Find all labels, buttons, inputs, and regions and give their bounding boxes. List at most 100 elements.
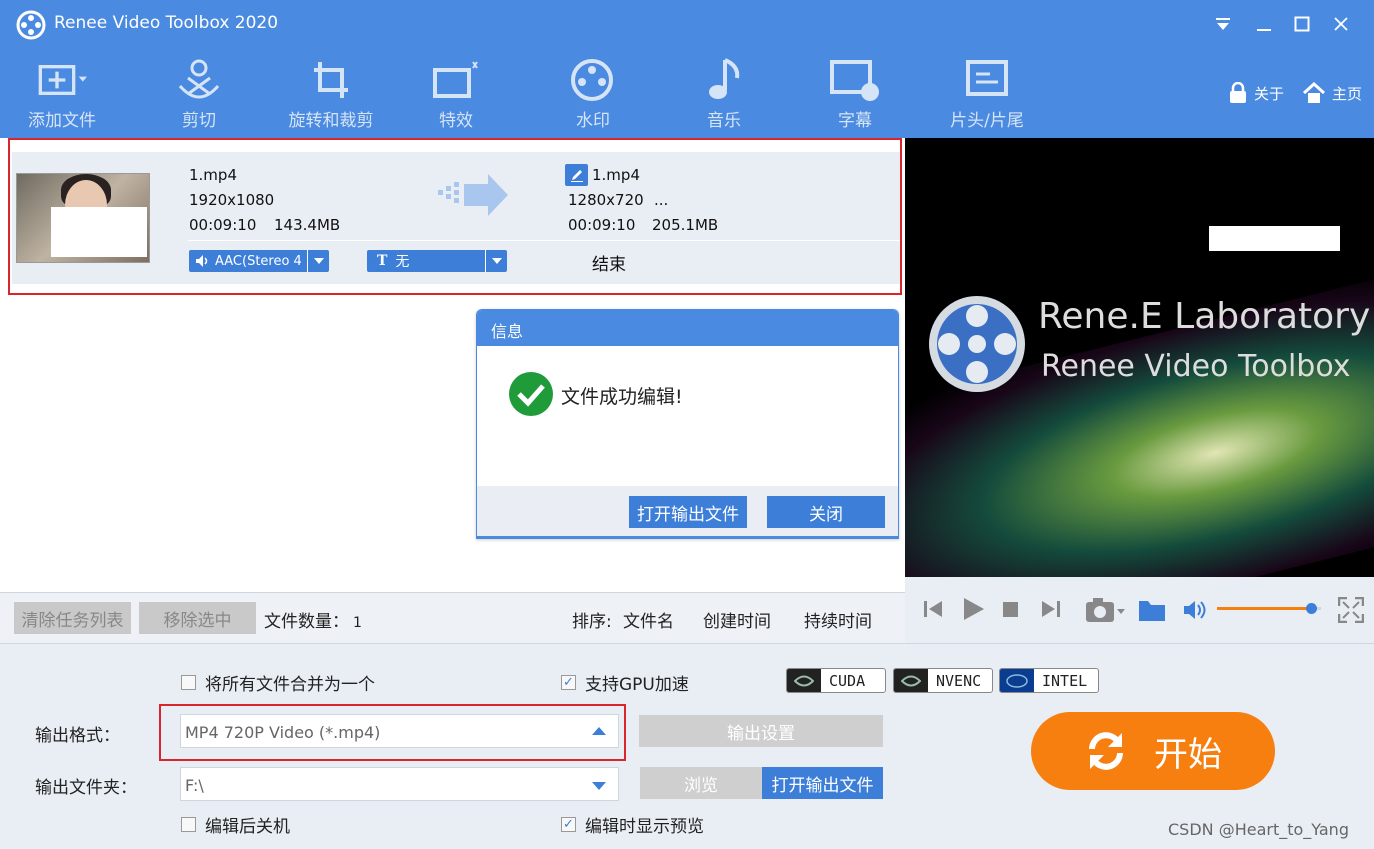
about-label: 关于 [1254,84,1285,103]
fullscreen-icon[interactable] [1338,597,1364,623]
close-window-button[interactable] [1326,10,1356,38]
home-label: 主页 [1332,84,1363,103]
menu-dropdown-button[interactable] [1208,10,1238,38]
row-divider [188,240,900,241]
source-resolution: 1920x1080 [189,191,275,209]
dialog-message: 文件成功编辑! [561,386,683,408]
volume-slider-handle[interactable] [1305,603,1317,614]
maximize-button[interactable] [1287,10,1317,38]
gpu-acceleration-checkbox[interactable]: ✓ 支持GPU加速 [561,670,689,695]
merge-files-checkbox[interactable]: 将所有文件合并为一个 [181,670,375,695]
checkbox-box [181,675,196,690]
toolbar-effects[interactable]: 特效 [433,58,478,138]
rotate-crop-icon [314,62,348,98]
file-row: 1.mp4 1920x1080 00:09:10 143.4MB 1.mp4 1… [12,152,900,284]
minimize-icon [1257,29,1271,31]
checkbox-box [181,817,196,832]
output-size: 205.1MB [652,216,719,234]
toolbar-music[interactable]: 音乐 [700,58,748,138]
next-icon[interactable] [1041,599,1061,619]
reel-logo-icon [929,296,1025,392]
folder-icon[interactable] [1138,597,1166,623]
toolbar-subtitle[interactable]: 字幕 [830,58,880,138]
merge-files-label: 将所有文件合并为一个 [205,675,375,695]
clear-task-list-button[interactable]: 清除任务列表 [14,602,131,634]
output-settings-button[interactable]: 输出设置 [639,715,883,747]
edit-output-button[interactable] [565,164,588,186]
main-toolbar: 添加文件 剪切 旋转和裁剪 特效 水印 音乐 字幕 片头/片尾 关于 主页 [0,48,1374,138]
dialog-open-output-button[interactable]: 打开输出文件 [629,496,747,528]
output-folder-value: F:\ [185,776,204,795]
shutdown-after-checkbox[interactable]: 编辑后关机 [181,812,290,837]
toolbar-add-file[interactable]: 添加文件 [24,58,100,138]
toolbar-watermark[interactable]: 水印 [568,58,618,138]
subtitle-track-value: 无 [395,254,410,270]
refresh-icon [1089,732,1123,770]
intel-logo-icon [1000,669,1034,692]
toolbar-label: 旋转和裁剪 [288,111,374,131]
file-count-label: 文件数量： [264,612,349,632]
cut-icon [178,59,220,99]
remove-selected-button[interactable]: 移除选中 [139,602,256,634]
source-duration: 00:09:10 [189,216,257,234]
chevron-down-icon [592,782,606,790]
brand-lab-text: Rene.E Laboratory [1038,296,1371,337]
stop-icon[interactable] [1003,602,1019,618]
subtitle-icon [830,60,879,101]
output-folder-select[interactable]: F:\ [180,767,619,801]
task-status: 结束 [592,255,626,275]
dialog-footer: 打开输出文件 关闭 [477,486,898,538]
play-icon[interactable] [961,597,985,621]
output-resolution: 1280x720 [568,191,644,209]
dialog-close-button[interactable]: 关闭 [767,496,885,528]
volume-icon[interactable] [1183,599,1207,621]
toolbar-cut[interactable]: 剪切 [174,58,224,138]
home-link[interactable]: 主页 [1302,82,1362,104]
minimize-button[interactable] [1249,10,1279,38]
file-count: 文件数量： 1 [264,607,362,632]
home-icon [1302,82,1326,103]
effects-icon [433,61,478,98]
subtitle-track-select[interactable]: T 无 [367,250,507,272]
show-preview-checkbox[interactable]: ✓ 编辑时显示预览 [561,812,704,837]
camera-icon[interactable] [1085,597,1125,623]
volume-slider[interactable] [1217,603,1321,614]
task-list-bar: 清除任务列表 移除选中 文件数量： 1 排序: 文件名 创建时间 持续时间 [0,592,905,643]
add-file-icon [38,65,87,95]
file-list-item[interactable]: 1.mp4 1920x1080 00:09:10 143.4MB 1.mp4 1… [8,138,902,295]
audio-track-select[interactable]: AAC(Stereo 4 [189,250,329,272]
toolbar-intro-outro[interactable]: 片头/片尾 [946,58,1028,138]
video-preview: Rene.E Laboratory Renee Video Toolbox [905,138,1374,577]
output-more[interactable]: ... [654,191,668,209]
show-preview-label: 编辑时显示预览 [585,817,704,837]
about-link[interactable]: 关于 [1228,82,1284,104]
previous-icon[interactable] [923,599,943,619]
chevron-down-icon [485,250,507,272]
file-count-value: 1 [353,615,362,631]
watermark-icon [571,59,613,101]
output-format-value: MP4 720P Video (*.mp4) [185,723,381,742]
nvidia-logo-icon [894,669,928,692]
start-button[interactable]: 开始 [1031,712,1275,790]
source-size: 143.4MB [274,216,341,234]
sort-by-duration[interactable]: 持续时间 [804,607,872,632]
toolbar-label: 特效 [439,111,473,131]
sort-by-name[interactable]: 文件名 [623,607,674,632]
intel-badge: INTEL [999,668,1099,693]
toolbar-label: 添加文件 [28,111,96,131]
csdn-watermark: CSDN @Heart_to_Yang [1168,820,1349,839]
toolbar-rotate-crop[interactable]: 旋转和裁剪 [284,58,378,138]
brand-product-text: Renee Video Toolbox [1041,349,1351,384]
open-output-folder-button[interactable]: 打开输出文件 [762,767,883,799]
sort-by-created[interactable]: 创建时间 [703,607,771,632]
browse-button[interactable]: 浏览 [640,767,762,799]
toolbar-label: 水印 [576,111,610,131]
checkbox-box: ✓ [561,675,576,690]
output-format-select[interactable]: MP4 720P Video (*.mp4) [180,714,619,748]
nvenc-label: NVENC [936,671,982,690]
video-thumbnail [16,173,150,263]
music-icon [709,58,740,99]
title-bar: Renee Video Toolbox 2020 [0,0,1374,48]
text-icon: T [377,253,388,269]
chevron-down-icon [307,250,329,272]
